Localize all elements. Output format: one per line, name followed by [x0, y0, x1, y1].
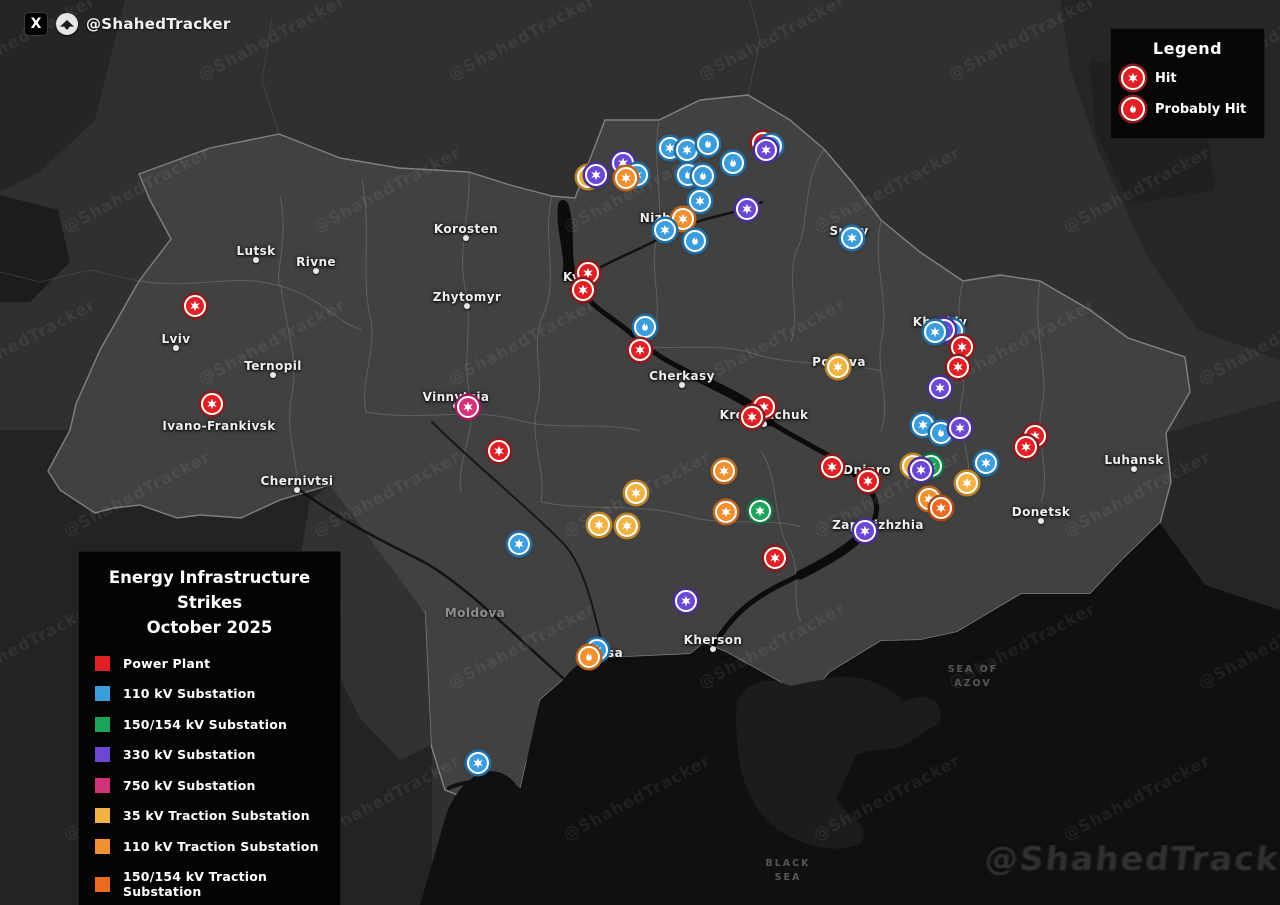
category-label: 35 kV Traction Substation — [123, 808, 310, 824]
strike-marker-pp-hit — [572, 279, 594, 301]
legend-row-hit: Hit — [1121, 66, 1254, 90]
strike-marker-s110-hit — [841, 227, 863, 249]
category-label: 150/154 kV Traction Substation — [123, 869, 268, 900]
category-label: 330 kV Substation — [123, 747, 256, 763]
strike-marker-s110-hit — [924, 321, 946, 343]
strike-marker-s110-hit — [676, 139, 698, 161]
strike-marker-t110-probably-hit — [578, 646, 600, 668]
strike-marker-pp-hit — [629, 339, 651, 361]
strike-marker-s330-hit — [949, 417, 971, 439]
strike-marker-t35-hit — [827, 356, 849, 378]
strike-marker-s110-hit — [975, 452, 997, 474]
x-logo-icon: X — [24, 12, 48, 36]
category-row-pp: Power Plant — [95, 655, 324, 671]
strike-marker-pp-hit — [1015, 436, 1037, 458]
strike-marker-s110-hit — [654, 219, 676, 241]
category-legend-title: Energy Infrastructure Strikes October 20… — [108, 568, 311, 637]
category-row-t150: 150/154 kV Traction Substation — [95, 869, 324, 899]
legend-label: Hit — [1155, 70, 1177, 86]
strike-marker-s110-hit — [689, 190, 711, 212]
category-label: 150/154 kV Substation — [123, 716, 288, 732]
strike-marker-s110-probably-hit — [697, 133, 719, 155]
strike-marker-s330-hit — [929, 377, 951, 399]
category-swatch-t150 — [95, 876, 110, 892]
strike-marker-s110-probably-hit — [634, 316, 656, 338]
shahed-drone-icon — [56, 13, 78, 35]
strike-marker-s110-probably-hit — [692, 165, 714, 187]
strike-marker-s750-hit — [457, 396, 479, 418]
strike-marker-s330-hit — [755, 139, 777, 161]
strike-marker-pp-hit — [857, 470, 879, 492]
category-label: 110 kV Traction Substation — [123, 838, 319, 854]
strike-marker-pp-hit — [764, 547, 786, 569]
category-row-s150: 150/154 kV Substation — [95, 716, 324, 732]
strike-marker-s110-hit — [467, 752, 489, 774]
category-row-s330: 330 kV Substation — [95, 747, 324, 763]
shahedtracker-map-image: @ShahedTracker @ShahedTracker @ShahedTrack… — [0, 0, 1280, 905]
strike-marker-pp-hit — [1121, 66, 1145, 90]
category-row-t35: 35 kV Traction Substation — [95, 808, 324, 824]
category-row-t110: 110 kV Traction Substation — [95, 838, 324, 854]
strike-marker-t35-hit — [625, 482, 647, 504]
strike-marker-t35-hit — [588, 514, 610, 536]
strike-marker-t110-hit — [713, 460, 735, 482]
category-swatch-s330 — [95, 747, 110, 763]
strike-marker-pp-probably-hit — [1121, 97, 1145, 121]
strike-marker-t150-hit — [930, 497, 952, 519]
strike-marker-pp-hit — [184, 295, 206, 317]
category-row-s750: 750 kV Substation — [95, 777, 324, 793]
category-swatch-s110 — [95, 686, 110, 702]
strike-marker-t110-hit — [615, 167, 637, 189]
category-label: 750 kV Substation — [123, 777, 256, 793]
strike-marker-t110-hit — [715, 501, 737, 523]
strike-marker-s110-probably-hit — [722, 152, 744, 174]
category-label: Power Plant — [123, 655, 211, 671]
strike-marker-pp-hit — [201, 393, 223, 415]
hit-legend-title: Legend — [1152, 39, 1223, 58]
hit-legend: Legend Hit Probably Hit — [1110, 28, 1265, 139]
strike-marker-s110-probably-hit — [684, 230, 706, 252]
strike-marker-pp-hit — [488, 440, 510, 462]
category-swatch-s150 — [95, 716, 110, 732]
strike-marker-s330-hit — [854, 520, 876, 542]
category-swatch-pp — [95, 655, 110, 671]
account-handle: @ShahedTracker — [86, 15, 231, 33]
strike-marker-s330-hit — [910, 459, 932, 481]
strike-marker-s150-hit — [749, 500, 771, 522]
strike-marker-t35-hit — [616, 515, 638, 537]
category-row-s110: 110 kV Substation — [95, 686, 324, 702]
category-swatch-s750 — [95, 777, 110, 793]
attribution-header: X @ShahedTracker — [24, 12, 231, 36]
strike-marker-s330-hit — [585, 164, 607, 186]
category-label: 110 kV Substation — [123, 686, 256, 702]
strike-marker-s330-hit — [736, 198, 758, 220]
embossed-watermark: @ShahedTracker — [982, 838, 1280, 877]
category-swatch-t35 — [95, 808, 110, 824]
legend-row-probably-hit: Probably Hit — [1121, 97, 1254, 121]
strike-marker-t35-hit — [956, 472, 978, 494]
strike-marker-pp-hit — [947, 356, 969, 378]
strike-marker-pp-hit — [951, 336, 973, 358]
legend-label: Probably Hit — [1155, 101, 1247, 117]
category-legend: Energy Infrastructure Strikes October 20… — [78, 551, 341, 905]
category-swatch-t110 — [95, 838, 110, 854]
strike-marker-pp-hit — [821, 456, 843, 478]
strike-marker-s110-hit — [508, 533, 530, 555]
strike-marker-pp-hit — [741, 406, 763, 428]
strike-marker-s330-hit — [675, 590, 697, 612]
